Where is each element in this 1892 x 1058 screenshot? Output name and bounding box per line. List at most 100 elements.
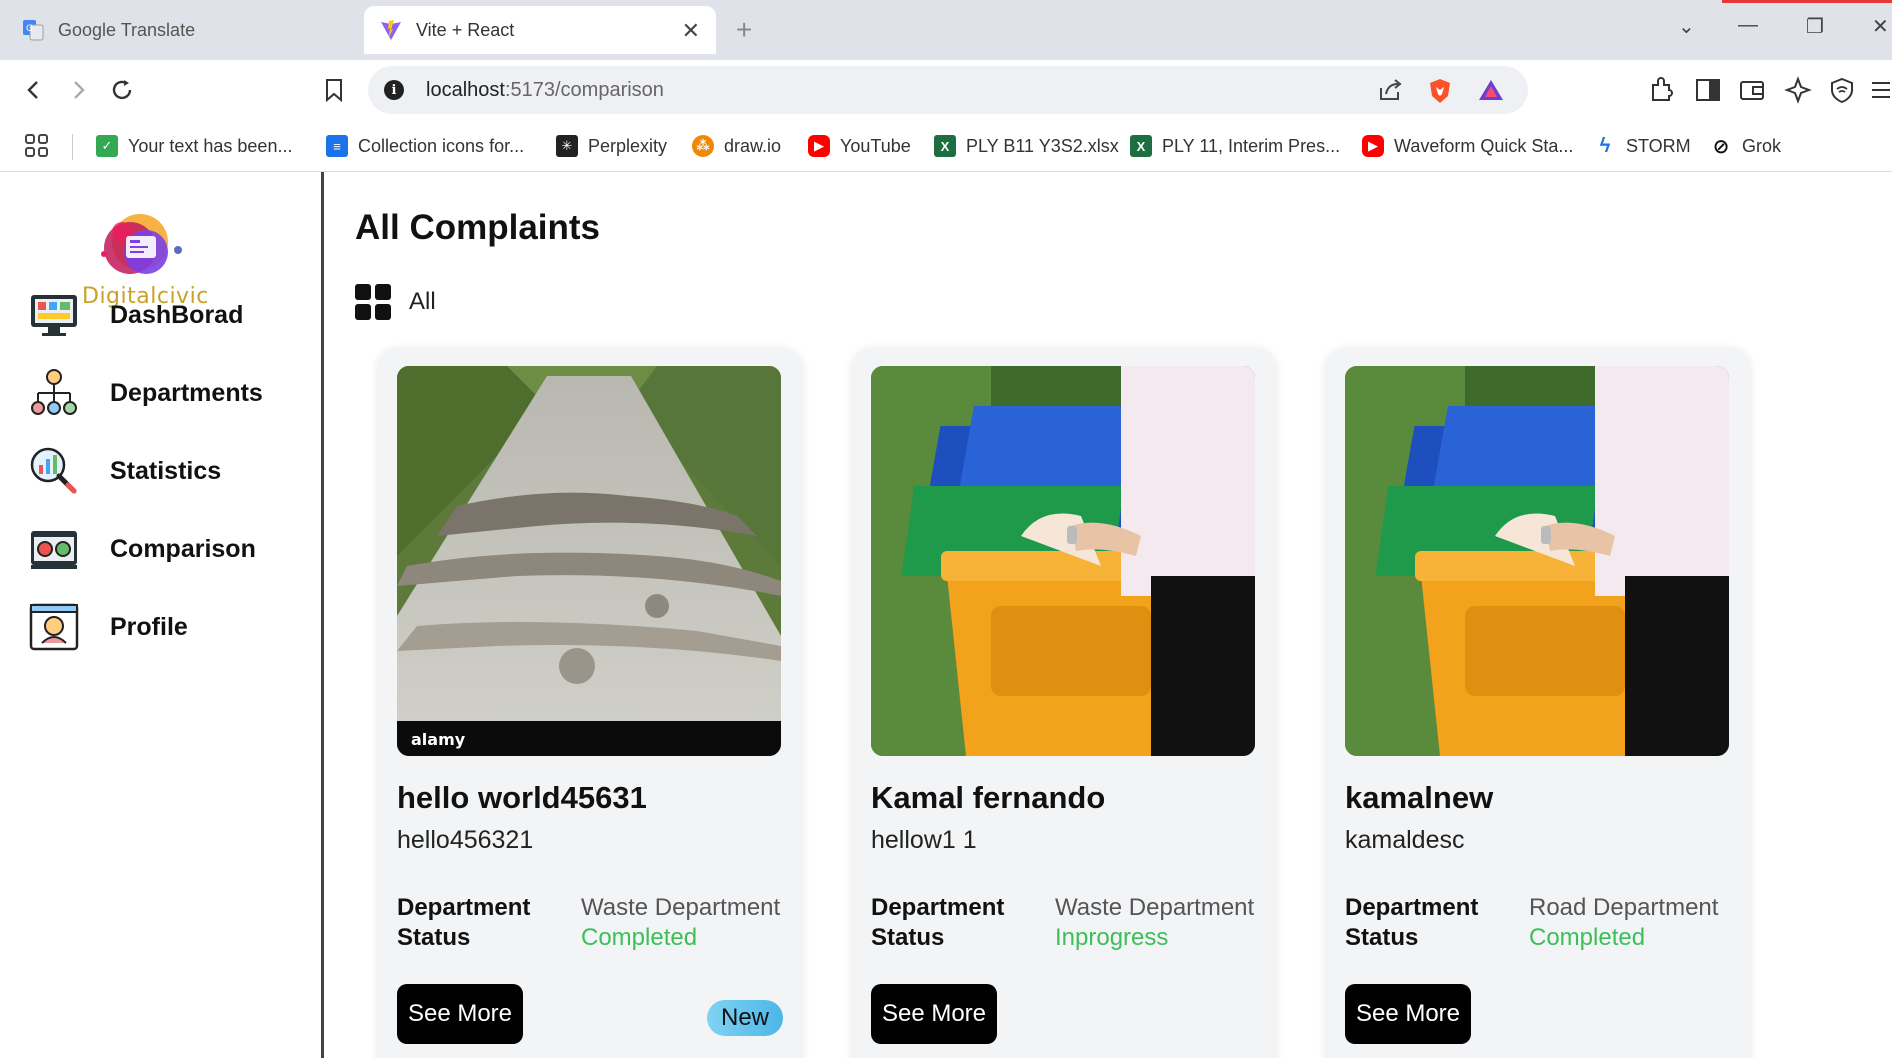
bookmark-item[interactable]: X PLY B11 Y3S2.xlsx (934, 130, 1119, 162)
department-value: Waste Department (581, 894, 781, 921)
new-tab-icon[interactable]: + (736, 14, 752, 46)
statistics-icon (28, 445, 80, 497)
close-window-icon[interactable]: ✕ (1872, 14, 1889, 39)
comparison-icon (28, 523, 80, 575)
nav-label: Comparison (110, 534, 256, 563)
leo-ai-icon[interactable] (1784, 76, 1812, 104)
tab-vite-react[interactable]: Vite + React ✕ (364, 6, 716, 54)
nav-label: Statistics (110, 456, 222, 485)
sidebar-toggle-icon[interactable] (1694, 76, 1722, 104)
main-content: All Complaints All alamy hello world4563… (327, 172, 1892, 1058)
bookmark-item[interactable]: ✳ Perplexity (556, 130, 667, 162)
department-label: Department (1345, 894, 1479, 921)
nav-profile[interactable]: Profile (28, 599, 308, 655)
close-tab-icon[interactable]: ✕ (682, 18, 700, 44)
bookmark-icon[interactable] (318, 74, 350, 106)
app-root: Digitalcivic DashBorad Departments Stati… (0, 172, 1892, 1058)
share-icon[interactable] (1378, 78, 1404, 107)
wallet-icon[interactable] (1738, 76, 1766, 104)
status-label: Status (871, 924, 945, 951)
vite-icon (380, 19, 402, 41)
card-title: Kamal fernando (871, 780, 1106, 815)
svg-text:G: G (26, 24, 33, 34)
browser-tabstrip: G Google Translate Vite + React ✕ + ⌄ — … (0, 0, 1892, 60)
page-title: All Complaints (355, 208, 601, 247)
complaint-card: Kamal fernando hellow1 1 Department Wast… (853, 348, 1275, 1058)
extensions-icon[interactable] (1648, 76, 1676, 104)
youtube-icon: ▶ (1362, 135, 1384, 157)
filter-all[interactable]: All (355, 282, 436, 322)
sidebar: Digitalcivic DashBorad Departments Stati… (0, 172, 324, 1058)
see-more-button[interactable]: See More (397, 984, 523, 1044)
vpn-shield-icon[interactable] (1828, 76, 1856, 104)
apps-grid-icon[interactable] (24, 130, 50, 162)
card-title: hello world45631 (397, 780, 647, 815)
card-description: hello456321 (397, 826, 534, 854)
status-label: Status (397, 924, 471, 951)
browser-toolbar: i localhost:5173/comparison (0, 60, 1892, 120)
nav-comparison[interactable]: Comparison (28, 521, 308, 577)
bookmarks-bar: ✓ Your text has been... ≡ Collection icons… (0, 120, 1892, 172)
status-value: Completed (1529, 924, 1646, 951)
card-description: kamaldesc (1345, 826, 1465, 854)
department-label: Department (397, 894, 531, 921)
card-description: hellow1 1 (871, 826, 977, 854)
bookmarks-divider (72, 134, 73, 160)
doc-icon: ≡ (326, 135, 348, 157)
youtube-icon: ▶ (808, 135, 830, 157)
bookmark-item[interactable]: ✓ Your text has been... (96, 130, 292, 162)
perplexity-icon: ✳ (556, 135, 578, 157)
forward-icon[interactable] (62, 74, 94, 106)
nav-statistics[interactable]: Statistics (28, 443, 308, 499)
bookmark-item[interactable]: ϟ STORM (1594, 130, 1691, 162)
status-value: Inprogress (1055, 924, 1169, 951)
status-value: Completed (581, 924, 698, 951)
tab-google-translate[interactable]: G Google Translate (0, 6, 362, 54)
back-icon[interactable] (18, 74, 50, 106)
new-badge: New (706, 1000, 783, 1036)
lightning-icon: ϟ (1599, 134, 1611, 157)
google-translate-icon: G (22, 19, 44, 41)
grok-icon: ⊘ (1712, 135, 1730, 158)
tab-search-chevron-icon[interactable]: ⌄ (1678, 14, 1695, 39)
excel-icon: X (934, 135, 956, 157)
filter-label: All (409, 288, 436, 315)
excel-icon: X (1130, 135, 1152, 157)
tab-title: Google Translate (58, 19, 196, 40)
bookmark-item[interactable]: ≡ Collection icons for... (326, 130, 524, 162)
department-label: Department (871, 894, 1005, 921)
check-icon: ✓ (96, 135, 118, 157)
minimize-icon[interactable]: — (1738, 14, 1758, 37)
grid-icon (355, 284, 391, 320)
see-more-button[interactable]: See More (871, 984, 997, 1044)
status-label: Status (1345, 924, 1419, 951)
brave-shield-icon[interactable] (1428, 78, 1452, 109)
waste-bin-image (871, 366, 1255, 756)
nav-dashboard[interactable]: DashBorad (28, 287, 308, 343)
site-info-icon[interactable]: i (384, 80, 404, 100)
bookmark-item[interactable]: ▶ Waveform Quick Sta... (1362, 130, 1573, 162)
bookmark-item[interactable]: X PLY 11, Interim Pres... (1130, 130, 1340, 162)
tab-title: Vite + React (416, 19, 515, 40)
bookmark-item[interactable]: ⁂ draw.io (692, 130, 781, 162)
bookmark-item[interactable]: ⊘ Grok (1710, 130, 1781, 162)
see-more-button[interactable]: See More (1345, 984, 1471, 1044)
profile-icon (28, 601, 80, 653)
menu-icon[interactable] (1870, 76, 1892, 104)
complaint-card: kamalnew kamaldesc Department Road Depar… (1327, 348, 1749, 1058)
waste-bin-image (1345, 366, 1729, 756)
dashboard-icon (28, 289, 80, 341)
nav-departments[interactable]: Departments (28, 365, 308, 421)
department-value: Road Department (1529, 894, 1719, 921)
url-text: localhost:5173/comparison (426, 79, 664, 101)
nav-label: DashBorad (110, 300, 244, 329)
complaint-card: alamy hello world45631 hello456321 Depar… (379, 348, 801, 1058)
bookmark-item[interactable]: ▶ YouTube (808, 130, 911, 162)
image-watermark: alamy (411, 730, 466, 749)
address-bar[interactable]: i localhost:5173/comparison (368, 66, 1528, 114)
reload-icon[interactable] (106, 74, 138, 106)
nav-label: Profile (110, 612, 188, 641)
road-image: alamy (397, 366, 781, 756)
brave-rewards-icon[interactable] (1478, 78, 1504, 107)
restore-icon[interactable]: ❐ (1806, 14, 1824, 39)
